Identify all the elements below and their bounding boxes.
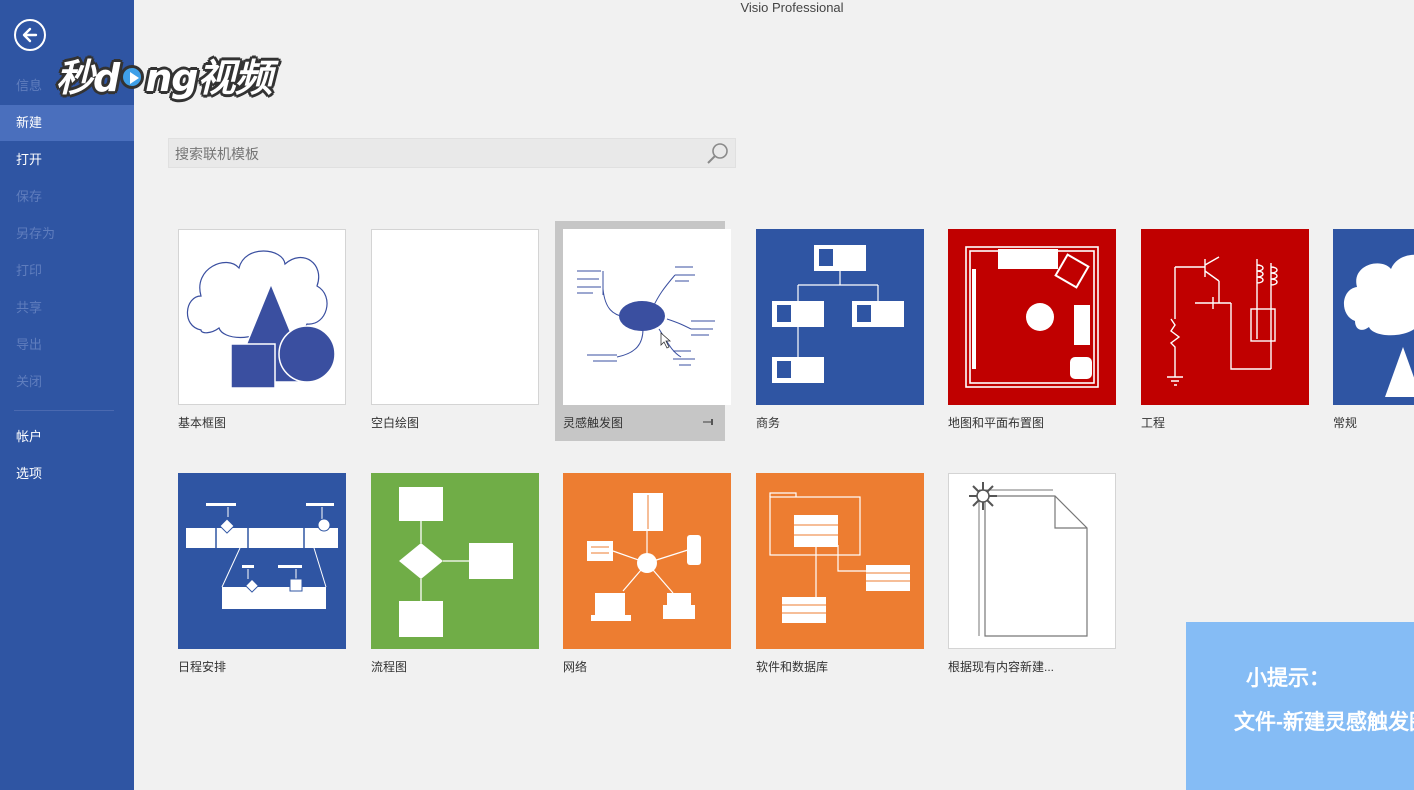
org-chart-icon: [756, 229, 924, 405]
tip-overlay: 小提示： 文件-新建灵感触发图: [1186, 622, 1414, 790]
back-button[interactable]: [14, 19, 46, 51]
circuit-icon: [1141, 229, 1309, 405]
template-label: 常规: [1333, 416, 1358, 430]
template-label: 灵感触发图: [563, 416, 624, 430]
app-title: Visio Professional: [740, 0, 844, 15]
play-icon: [120, 65, 145, 89]
template-network[interactable]: 网络: [555, 465, 731, 685]
floor-plan-icon: [948, 229, 1116, 405]
template-label: 流程图: [371, 660, 408, 674]
template-label: 日程安排: [178, 660, 227, 674]
template-maps-floor-plans[interactable]: 地图和平面布置图: [940, 221, 1116, 441]
nav-divider: [14, 410, 114, 411]
general-shapes-icon: [1333, 229, 1414, 405]
nav-print: 打印: [16, 263, 43, 278]
nav-new[interactable]: 新建: [0, 105, 134, 141]
template-new-from-existing[interactable]: 根据现有内容新建...: [940, 465, 1116, 685]
nav-close: 关闭: [16, 374, 43, 389]
tip-body: 文件-新建灵感触发图: [1234, 711, 1414, 734]
nav-save: 保存: [16, 189, 43, 204]
template-blank-drawing[interactable]: 空白绘图: [363, 221, 539, 441]
template-flowchart[interactable]: 流程图: [363, 465, 539, 685]
nav-share: 共享: [16, 300, 43, 315]
template-basic-diagram[interactable]: 基本框图: [170, 221, 346, 441]
timeline-icon: [178, 473, 346, 649]
template-label: 软件和数据库: [756, 660, 829, 674]
template-schedule[interactable]: 日程安排: [170, 465, 346, 685]
search-icon[interactable]: [705, 141, 731, 167]
backstage-sidebar: 信息 新建 打开 保存 另存为 打印 共享 导出 关闭 帐户 选项: [0, 0, 134, 790]
nav-export: 导出: [16, 337, 43, 352]
template-general[interactable]: 常规: [1325, 221, 1414, 441]
watermark-logo: 秒d ng视频: [56, 55, 272, 100]
template-search-box: [168, 138, 736, 168]
template-engineering[interactable]: 工程: [1133, 221, 1309, 441]
database-icon: [756, 473, 924, 649]
template-label: 工程: [1141, 416, 1166, 430]
nav-open[interactable]: 打开: [0, 142, 134, 178]
nav-account[interactable]: 帐户: [0, 419, 134, 455]
nav-save-as: 另存为: [16, 226, 56, 241]
basic-shapes-icon: [178, 229, 346, 405]
template-label: 网络: [563, 660, 588, 674]
template-software-database[interactable]: 软件和数据库: [748, 465, 924, 685]
network-icon: [563, 473, 731, 649]
template-business[interactable]: 商务: [748, 221, 924, 441]
new-from-existing-icon: [948, 473, 1116, 649]
nav-options[interactable]: 选项: [0, 456, 134, 492]
template-label: 根据现有内容新建...: [948, 660, 1055, 674]
blank-page-icon: [371, 229, 539, 405]
flowchart-icon: [371, 473, 539, 649]
tip-title: 小提示：: [1246, 667, 1330, 690]
template-label: 地图和平面布置图: [948, 416, 1045, 430]
template-brainstorming[interactable]: 灵感触发图: [555, 221, 731, 441]
pin-icon[interactable]: [703, 417, 715, 427]
back-arrow-icon: [22, 27, 38, 43]
brainstorm-icon: [563, 229, 731, 405]
template-label: 商务: [756, 416, 781, 430]
template-label: 基本框图: [178, 416, 227, 430]
template-search-input[interactable]: [173, 143, 697, 165]
template-label: 空白绘图: [371, 416, 420, 430]
